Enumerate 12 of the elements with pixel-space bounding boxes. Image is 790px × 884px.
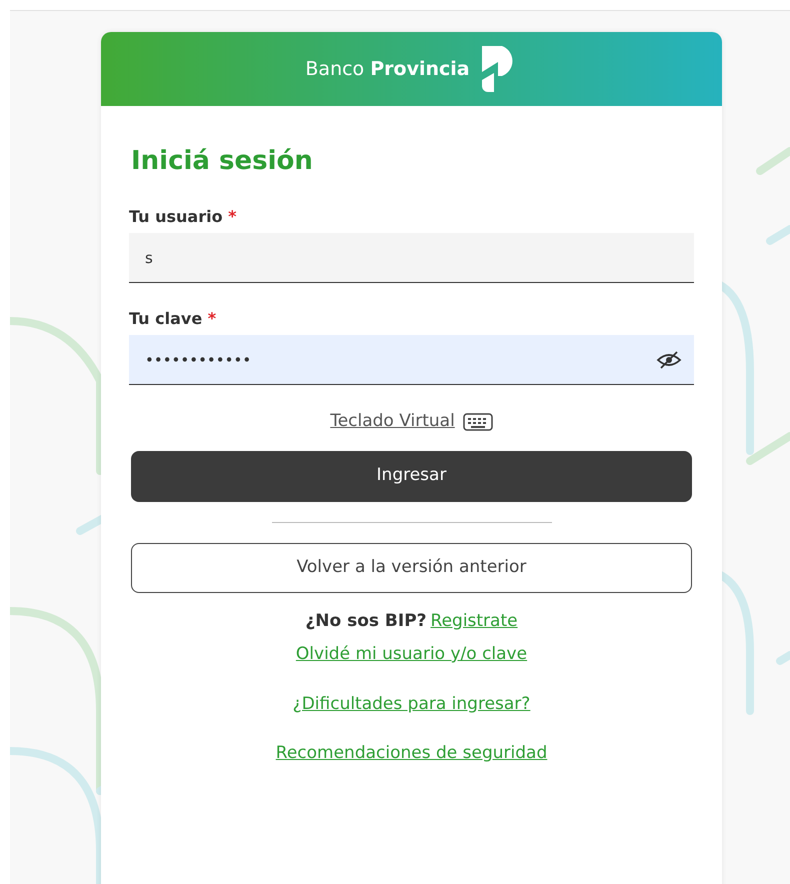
username-field[interactable]: s <box>129 233 694 283</box>
register-prompt: ¿No sos BIP? <box>305 610 427 632</box>
field-label: Tu clave * <box>129 308 218 330</box>
keyboard-icon <box>462 412 493 431</box>
brand-name: Banco Provincia <box>305 56 470 82</box>
virtual-keyboard-link[interactable]: Teclado Virtual <box>330 409 455 434</box>
field-label: Tu usuario * <box>129 206 238 228</box>
hide-password-icon[interactable] <box>656 351 682 369</box>
previous-version-button[interactable]: Volver a la versión anterior <box>131 542 692 592</box>
login-button[interactable]: Ingresar <box>131 450 692 502</box>
page-title: Iniciá sesión <box>131 145 314 178</box>
password-field[interactable]: •••••••••••• <box>129 335 694 385</box>
